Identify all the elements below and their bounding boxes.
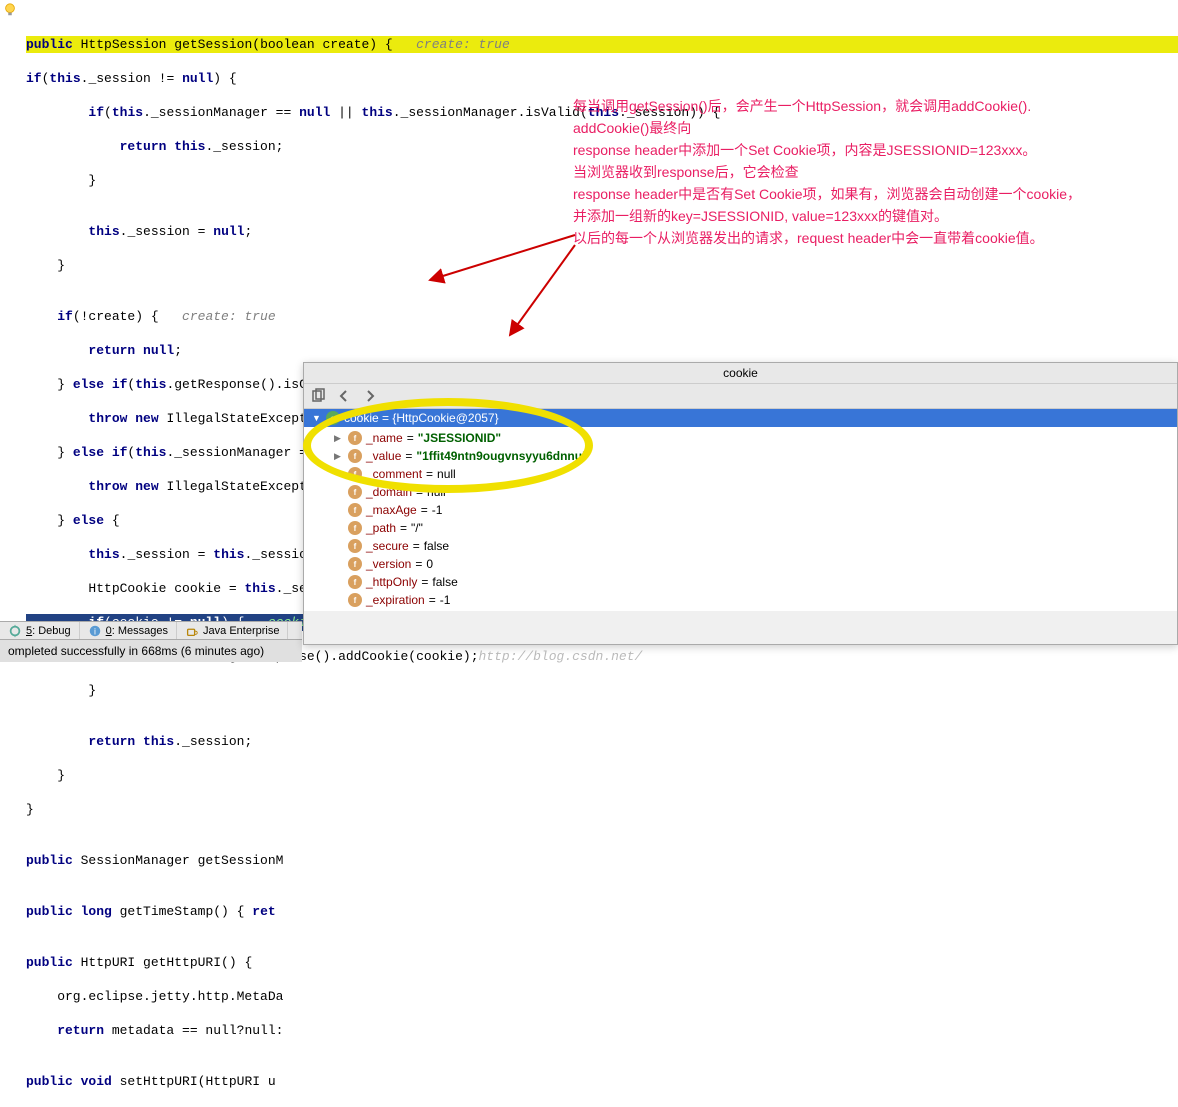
chevron-right-icon: ▶ [334, 451, 344, 462]
tool-window-tabs: 5: Debug i0: Messages Java Enterprise [0, 621, 302, 640]
popup-toolbar [304, 384, 1177, 409]
forward-icon[interactable] [362, 388, 378, 404]
field-icon: f [348, 485, 362, 499]
tree-field-item[interactable]: f _version = 0 [304, 555, 1177, 573]
tree-field-item[interactable]: f _secure = false [304, 537, 1177, 555]
tab-messages[interactable]: i0: Messages [80, 622, 177, 640]
lightbulb-icon[interactable] [3, 3, 17, 17]
field-icon: f [348, 431, 362, 445]
field-icon: f [348, 557, 362, 571]
svg-text:i: i [94, 627, 96, 637]
field-icon: f [348, 449, 362, 463]
chevron-down-icon: ▼ [312, 413, 322, 423]
field-icon: f [348, 521, 362, 535]
tree-field-item[interactable]: f _path = "/" [304, 519, 1177, 537]
tree-children: ▶f _name = "JSESSIONID"▶f _value = "1ffi… [304, 427, 1177, 611]
status-bar: ompleted successfully in 668ms (6 minute… [0, 639, 302, 662]
object-icon: o [326, 411, 340, 425]
popup-title: cookie [304, 363, 1177, 384]
tree-root-item[interactable]: ▼ o cookie = {HttpCookie@2057} [304, 409, 1177, 427]
tree-field-item[interactable]: f _comment = null [304, 465, 1177, 483]
chevron-right-icon: ▶ [334, 433, 344, 444]
tree-field-item[interactable]: f _domain = null [304, 483, 1177, 501]
field-icon: f [348, 593, 362, 607]
tree-field-item[interactable]: f _maxAge = -1 [304, 501, 1177, 519]
copy-icon[interactable] [310, 388, 326, 404]
field-icon: f [348, 575, 362, 589]
debugger-variable-popup[interactable]: cookie ▼ o cookie = {HttpCookie@2057} ▶ f… [303, 362, 1178, 645]
tree-field-item[interactable]: ▶f _value = "1ffit49ntn9ougvnsyyu6dnnu" [304, 447, 1177, 465]
tab-java-enterprise[interactable]: Java Enterprise [177, 622, 288, 640]
info-icon: i [88, 624, 102, 638]
field-icon: f [348, 503, 362, 517]
back-icon[interactable] [336, 388, 352, 404]
coffee-icon [185, 624, 199, 638]
tree-field-item[interactable]: ▶f _name = "JSESSIONID" [304, 429, 1177, 447]
tree-field-item[interactable]: f _httpOnly = false [304, 573, 1177, 591]
debug-icon [8, 624, 22, 638]
annotation-comment: 每当调用getSession()后，会产生一个HttpSession，就会调用a… [573, 95, 1158, 249]
field-icon: f [348, 467, 362, 481]
field-icon: f [348, 539, 362, 553]
tab-debug[interactable]: 5: Debug [0, 622, 80, 640]
tree-field-item[interactable]: f _expiration = -1 [304, 591, 1177, 609]
